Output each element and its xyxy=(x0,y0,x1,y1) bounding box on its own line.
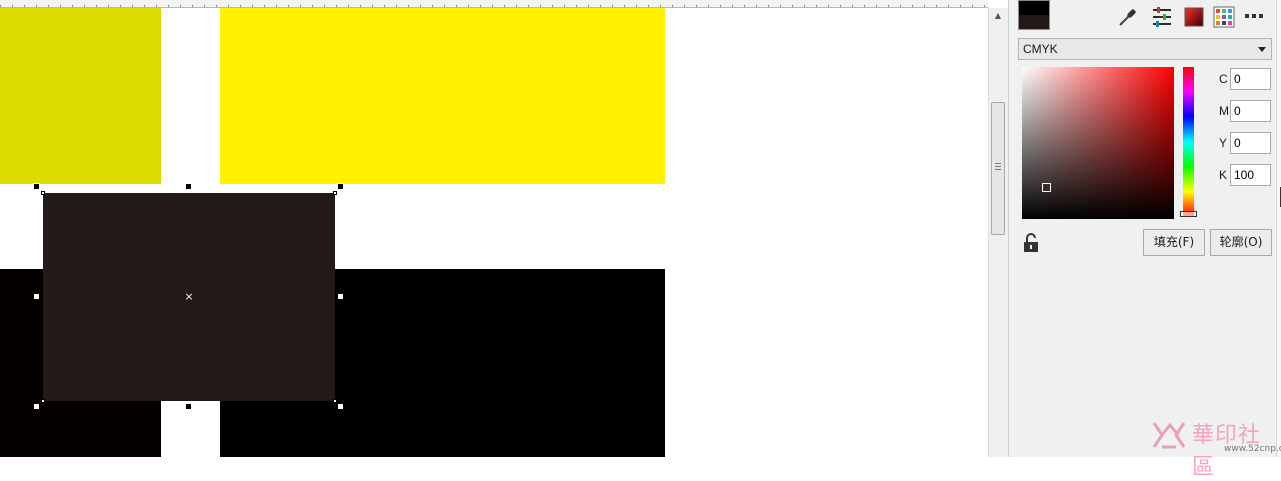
handle-top-left[interactable] xyxy=(33,183,40,190)
fill-button[interactable]: 填充(F) xyxy=(1143,229,1205,256)
channel-m-input[interactable] xyxy=(1230,100,1271,122)
color-docker-panel: CMYK C M Y K 填充(F) 轮廓(O) xyxy=(1008,0,1276,457)
handle-bottom-left[interactable] xyxy=(33,403,40,410)
color-model-dropdown[interactable]: CMYK xyxy=(1018,38,1272,60)
palette-icon[interactable] xyxy=(1213,6,1235,28)
panel-edge[interactable] xyxy=(1276,0,1281,457)
color-picker-field[interactable] xyxy=(1022,67,1174,219)
handle-bottom-center[interactable] xyxy=(185,403,192,410)
channel-c-input[interactable] xyxy=(1230,68,1271,90)
outline-button[interactable]: 轮廓(O) xyxy=(1210,229,1272,256)
horizontal-ruler[interactable] xyxy=(0,0,988,8)
olive-rectangle[interactable] xyxy=(0,8,161,184)
hue-slider[interactable] xyxy=(1183,67,1194,217)
node-bottom-left[interactable] xyxy=(41,399,45,403)
handle-bottom-right[interactable] xyxy=(337,403,344,410)
node-top-right[interactable] xyxy=(333,191,337,195)
scroll-grip-icon xyxy=(995,163,1001,171)
eyedropper-icon[interactable] xyxy=(1117,6,1139,28)
channel-y-input[interactable] xyxy=(1230,132,1271,154)
watermark: 華印社區 www.52cnp.com xyxy=(1150,413,1281,480)
scroll-thumb[interactable] xyxy=(991,102,1005,235)
unlocked-padlock-icon[interactable] xyxy=(1023,233,1039,253)
watermark-logo xyxy=(1152,422,1186,449)
hue-slider-handle[interactable] xyxy=(1180,211,1197,217)
vertical-scrollbar[interactable]: ▲ xyxy=(988,8,1008,457)
handle-middle-right[interactable] xyxy=(337,293,344,300)
sliders-icon[interactable] xyxy=(1151,6,1173,28)
color-model-value: CMYK xyxy=(1023,42,1058,56)
yellow-rectangle[interactable] xyxy=(220,8,665,184)
watermark-url: www.52cnp.com xyxy=(1224,444,1281,454)
handle-middle-left[interactable] xyxy=(33,293,40,300)
handle-top-right[interactable] xyxy=(337,183,344,190)
channel-k-input[interactable] xyxy=(1230,164,1271,186)
chevron-down-icon xyxy=(1258,47,1266,52)
center-marker-icon[interactable]: × xyxy=(184,291,194,302)
color-picker-marker[interactable] xyxy=(1042,183,1051,192)
more-icon[interactable] xyxy=(1243,10,1265,32)
handle-top-center[interactable] xyxy=(185,183,192,190)
scroll-up-icon[interactable]: ▲ xyxy=(992,10,1004,22)
drawing-canvas[interactable]: × xyxy=(0,0,988,457)
node-top-left[interactable] xyxy=(41,191,45,195)
color-swatch-preview[interactable] xyxy=(1018,0,1050,30)
gradient-icon[interactable] xyxy=(1183,6,1205,28)
